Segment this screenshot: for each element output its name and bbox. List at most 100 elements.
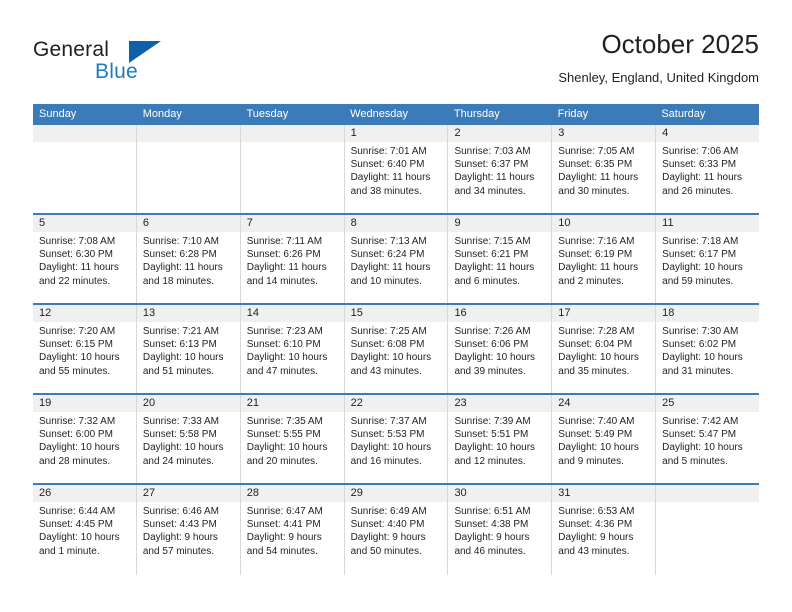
day-sun-info: Sunrise: 7:15 AM Sunset: 6:21 PM Daylight:… bbox=[448, 232, 551, 288]
day-sun-info: Sunrise: 7:13 AM Sunset: 6:24 PM Daylight:… bbox=[345, 232, 448, 288]
calendar-day-cell[interactable]: 1 Sunrise: 7:01 AM Sunset: 6:40 PM Daylight… bbox=[344, 125, 449, 213]
sunset-text: Sunset: 6:21 PM bbox=[454, 249, 529, 261]
calendar-day-cell[interactable]: 2 Sunrise: 7:03 AM Sunset: 6:37 PM Daylight… bbox=[448, 125, 553, 213]
day-sun-info: Sunrise: 7:35 AM Sunset: 5:55 PM Daylight:… bbox=[241, 412, 344, 468]
day-number: 12 bbox=[33, 305, 136, 322]
calendar-day-cell[interactable]: 10 Sunrise: 7:16 AM Sunset: 6:19 PM Dayligh… bbox=[552, 215, 657, 303]
sunset-text: Sunset: 5:49 PM bbox=[558, 429, 633, 441]
sunset-text: Sunset: 6:00 PM bbox=[39, 429, 113, 441]
calendar-day-cell-empty bbox=[33, 125, 137, 213]
daylight-text: Daylight: 10 hours and 16 minutes. bbox=[350, 442, 432, 467]
day-sun-info: Sunrise: 6:51 AM Sunset: 4:38 PM Daylight:… bbox=[448, 502, 551, 558]
day-sun-info: Sunrise: 7:40 AM Sunset: 5:49 PM Daylight:… bbox=[552, 412, 655, 468]
calendar-day-cell-empty bbox=[656, 485, 760, 575]
calendar-day-cell[interactable]: 13 Sunrise: 7:21 AM Sunset: 6:13 PM Dayligh… bbox=[136, 305, 241, 393]
day-number: 4 bbox=[656, 125, 760, 142]
daylight-text: Daylight: 9 hours and 46 minutes. bbox=[454, 532, 530, 557]
calendar-day-cell[interactable]: 28 Sunrise: 6:47 AM Sunset: 4:41 PM Dayligh… bbox=[240, 485, 345, 575]
daylight-text: Daylight: 10 hours and 5 minutes. bbox=[662, 442, 743, 467]
brand-name-blue: Blue bbox=[95, 60, 138, 83]
day-number: 2 bbox=[448, 125, 552, 142]
weekday-header-sunday: Sunday bbox=[39, 108, 77, 120]
sunset-text: Sunset: 6:28 PM bbox=[142, 249, 217, 261]
sunrise-text: Sunrise: 7:35 AM bbox=[246, 416, 323, 427]
sunset-text: Sunset: 6:15 PM bbox=[39, 339, 113, 351]
calendar-day-cell[interactable]: 5 Sunrise: 7:08 AM Sunset: 6:30 PM Daylight… bbox=[33, 215, 137, 303]
weekday-header-friday: Friday bbox=[557, 108, 589, 120]
sunrise-text: Sunrise: 7:26 AM bbox=[454, 326, 531, 337]
calendar-day-cell[interactable]: 18 Sunrise: 7:30 AM Sunset: 6:02 PM Dayligh… bbox=[656, 305, 760, 393]
daylight-text: Daylight: 9 hours and 57 minutes. bbox=[142, 532, 218, 557]
calendar-day-cell[interactable]: 29 Sunrise: 6:49 AM Sunset: 4:40 PM Dayligh… bbox=[344, 485, 449, 575]
daylight-text: Daylight: 11 hours and 10 minutes. bbox=[350, 262, 431, 287]
calendar-day-cell[interactable]: 6 Sunrise: 7:10 AM Sunset: 6:28 PM Daylight… bbox=[136, 215, 241, 303]
page-header: General Blue October 2025 Shenley, Engla… bbox=[33, 28, 759, 96]
day-sun-info: Sunrise: 7:23 AM Sunset: 6:10 PM Daylight:… bbox=[241, 322, 344, 378]
sunset-text: Sunset: 6:13 PM bbox=[142, 339, 217, 351]
calendar-day-cell[interactable]: 22 Sunrise: 7:37 AM Sunset: 5:53 PM Dayligh… bbox=[344, 395, 449, 483]
calendar-week-row: 26 Sunrise: 6:44 AM Sunset: 4:45 PM Dayligh… bbox=[33, 485, 760, 575]
calendar-day-cell[interactable]: 11 Sunrise: 7:18 AM Sunset: 6:17 PM Dayligh… bbox=[656, 215, 760, 303]
calendar-day-cell[interactable]: 21 Sunrise: 7:35 AM Sunset: 5:55 PM Dayligh… bbox=[240, 395, 345, 483]
calendar-weeks: 1 Sunrise: 7:01 AM Sunset: 6:40 PM Daylight… bbox=[33, 125, 760, 575]
sunrise-text: Sunrise: 7:23 AM bbox=[246, 326, 323, 337]
day-sun-info: Sunrise: 6:53 AM Sunset: 4:36 PM Daylight:… bbox=[552, 502, 655, 558]
sunrise-text: Sunrise: 7:03 AM bbox=[454, 146, 531, 157]
calendar-day-cell[interactable]: 14 Sunrise: 7:23 AM Sunset: 6:10 PM Dayligh… bbox=[240, 305, 345, 393]
sunrise-text: Sunrise: 7:32 AM bbox=[39, 416, 116, 427]
calendar-day-cell[interactable]: 20 Sunrise: 7:33 AM Sunset: 5:58 PM Dayligh… bbox=[136, 395, 241, 483]
title-block: October 2025 Shenley, England, United Ki… bbox=[558, 28, 759, 88]
calendar-day-cell[interactable]: 12 Sunrise: 7:20 AM Sunset: 6:15 PM Dayligh… bbox=[33, 305, 137, 393]
sunrise-text: Sunrise: 7:13 AM bbox=[350, 236, 427, 247]
calendar-day-cell[interactable]: 23 Sunrise: 7:39 AM Sunset: 5:51 PM Dayligh… bbox=[448, 395, 553, 483]
sunrise-text: Sunrise: 7:06 AM bbox=[662, 146, 739, 157]
day-sun-info: Sunrise: 7:37 AM Sunset: 5:53 PM Daylight:… bbox=[345, 412, 448, 468]
sunrise-text: Sunrise: 7:25 AM bbox=[350, 326, 427, 337]
calendar-day-cell[interactable]: 16 Sunrise: 7:26 AM Sunset: 6:06 PM Dayligh… bbox=[448, 305, 553, 393]
brand-name-general: General bbox=[33, 38, 110, 61]
day-number: 17 bbox=[552, 305, 656, 322]
daylight-text: Daylight: 11 hours and 2 minutes. bbox=[558, 262, 639, 287]
sunset-text: Sunset: 4:40 PM bbox=[350, 519, 425, 531]
day-number: 22 bbox=[344, 395, 448, 412]
day-sun-info: Sunrise: 6:46 AM Sunset: 4:43 PM Daylight:… bbox=[137, 502, 240, 558]
sunset-text: Sunset: 5:55 PM bbox=[246, 429, 321, 441]
day-number: 16 bbox=[448, 305, 552, 322]
daylight-text: Daylight: 10 hours and 51 minutes. bbox=[142, 352, 224, 377]
day-number: 31 bbox=[552, 485, 656, 502]
daylight-text: Daylight: 11 hours and 6 minutes. bbox=[454, 262, 535, 287]
calendar-day-cell[interactable]: 26 Sunrise: 6:44 AM Sunset: 4:45 PM Dayligh… bbox=[33, 485, 137, 575]
daylight-text: Daylight: 11 hours and 26 minutes. bbox=[662, 172, 743, 197]
calendar-day-cell[interactable]: 4 Sunrise: 7:06 AM Sunset: 6:33 PM Daylight… bbox=[656, 125, 760, 213]
daylight-text: Daylight: 11 hours and 30 minutes. bbox=[558, 172, 639, 197]
day-sun-info: Sunrise: 6:49 AM Sunset: 4:40 PM Daylight:… bbox=[345, 502, 448, 558]
calendar-day-cell[interactable]: 15 Sunrise: 7:25 AM Sunset: 6:08 PM Dayligh… bbox=[344, 305, 449, 393]
day-number: 1 bbox=[344, 125, 448, 142]
day-number: 10 bbox=[552, 215, 656, 232]
daylight-text: Daylight: 10 hours and 35 minutes. bbox=[558, 352, 639, 377]
day-number bbox=[240, 125, 344, 142]
calendar-week-row: 19 Sunrise: 7:32 AM Sunset: 6:00 PM Dayligh… bbox=[33, 395, 760, 485]
day-number bbox=[33, 125, 136, 142]
calendar-day-cell[interactable]: 9 Sunrise: 7:15 AM Sunset: 6:21 PM Daylight… bbox=[448, 215, 553, 303]
calendar-day-cell[interactable]: 3 Sunrise: 7:05 AM Sunset: 6:35 PM Daylight… bbox=[552, 125, 657, 213]
calendar-day-cell[interactable]: 7 Sunrise: 7:11 AM Sunset: 6:26 PM Daylight… bbox=[240, 215, 345, 303]
calendar-week-row: 12 Sunrise: 7:20 AM Sunset: 6:15 PM Dayligh… bbox=[33, 305, 760, 395]
calendar-day-cell[interactable]: 31 Sunrise: 6:53 AM Sunset: 4:36 PM Dayligh… bbox=[552, 485, 657, 575]
day-sun-info: Sunrise: 7:16 AM Sunset: 6:19 PM Daylight:… bbox=[552, 232, 655, 288]
calendar-day-cell[interactable]: 30 Sunrise: 6:51 AM Sunset: 4:38 PM Dayligh… bbox=[448, 485, 553, 575]
sunrise-text: Sunrise: 7:05 AM bbox=[558, 146, 635, 157]
location-subtitle: Shenley, England, United Kingdom bbox=[558, 70, 759, 85]
day-sun-info: Sunrise: 7:28 AM Sunset: 6:04 PM Daylight:… bbox=[552, 322, 655, 378]
calendar-day-cell[interactable]: 19 Sunrise: 7:32 AM Sunset: 6:00 PM Dayligh… bbox=[33, 395, 137, 483]
calendar-day-cell[interactable]: 8 Sunrise: 7:13 AM Sunset: 6:24 PM Daylight… bbox=[344, 215, 449, 303]
day-sun-info: Sunrise: 7:06 AM Sunset: 6:33 PM Daylight:… bbox=[656, 142, 759, 198]
day-sun-info: Sunrise: 7:42 AM Sunset: 5:47 PM Daylight:… bbox=[656, 412, 759, 468]
calendar-day-cell[interactable]: 17 Sunrise: 7:28 AM Sunset: 6:04 PM Dayligh… bbox=[552, 305, 657, 393]
calendar-day-cell[interactable]: 25 Sunrise: 7:42 AM Sunset: 5:47 PM Dayligh… bbox=[656, 395, 760, 483]
daylight-text: Daylight: 10 hours and 47 minutes. bbox=[246, 352, 328, 377]
calendar-day-cell[interactable]: 24 Sunrise: 7:40 AM Sunset: 5:49 PM Dayligh… bbox=[552, 395, 657, 483]
day-number: 5 bbox=[33, 215, 136, 232]
day-number bbox=[656, 485, 760, 502]
calendar-day-cell[interactable]: 27 Sunrise: 6:46 AM Sunset: 4:43 PM Dayligh… bbox=[136, 485, 241, 575]
